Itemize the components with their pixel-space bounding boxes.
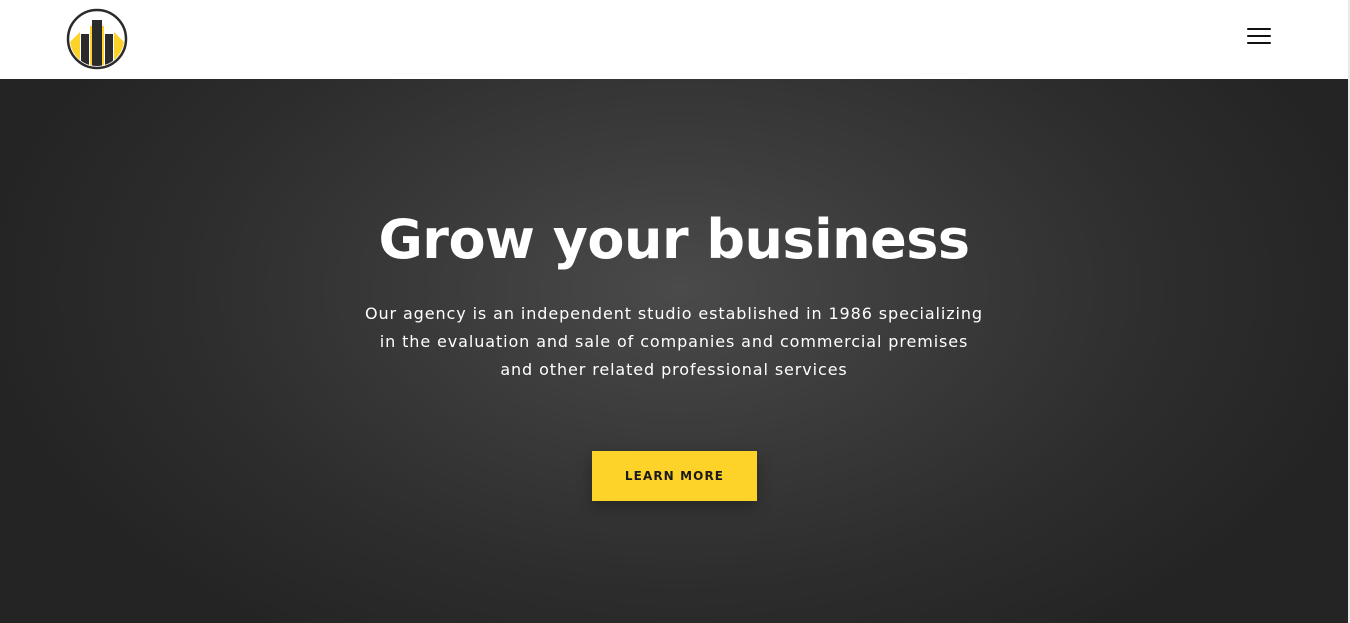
hero-section: Grow your business Our agency is an inde… (0, 79, 1350, 623)
hero-description: Our agency is an independent studio esta… (324, 300, 1024, 384)
hero-description-line: Our agency is an independent studio esta… (364, 304, 983, 323)
learn-more-button[interactable]: LEARN MORE (592, 451, 757, 501)
hamburger-menu-icon[interactable] (1242, 22, 1276, 50)
hero-description-line: and other related professional services (500, 360, 848, 379)
hero-description-line: in the evaluation and sale of companies … (379, 332, 969, 351)
building-logo-icon[interactable] (66, 8, 128, 70)
site-header (0, 0, 1350, 79)
hero-title: Grow your business (378, 208, 970, 271)
